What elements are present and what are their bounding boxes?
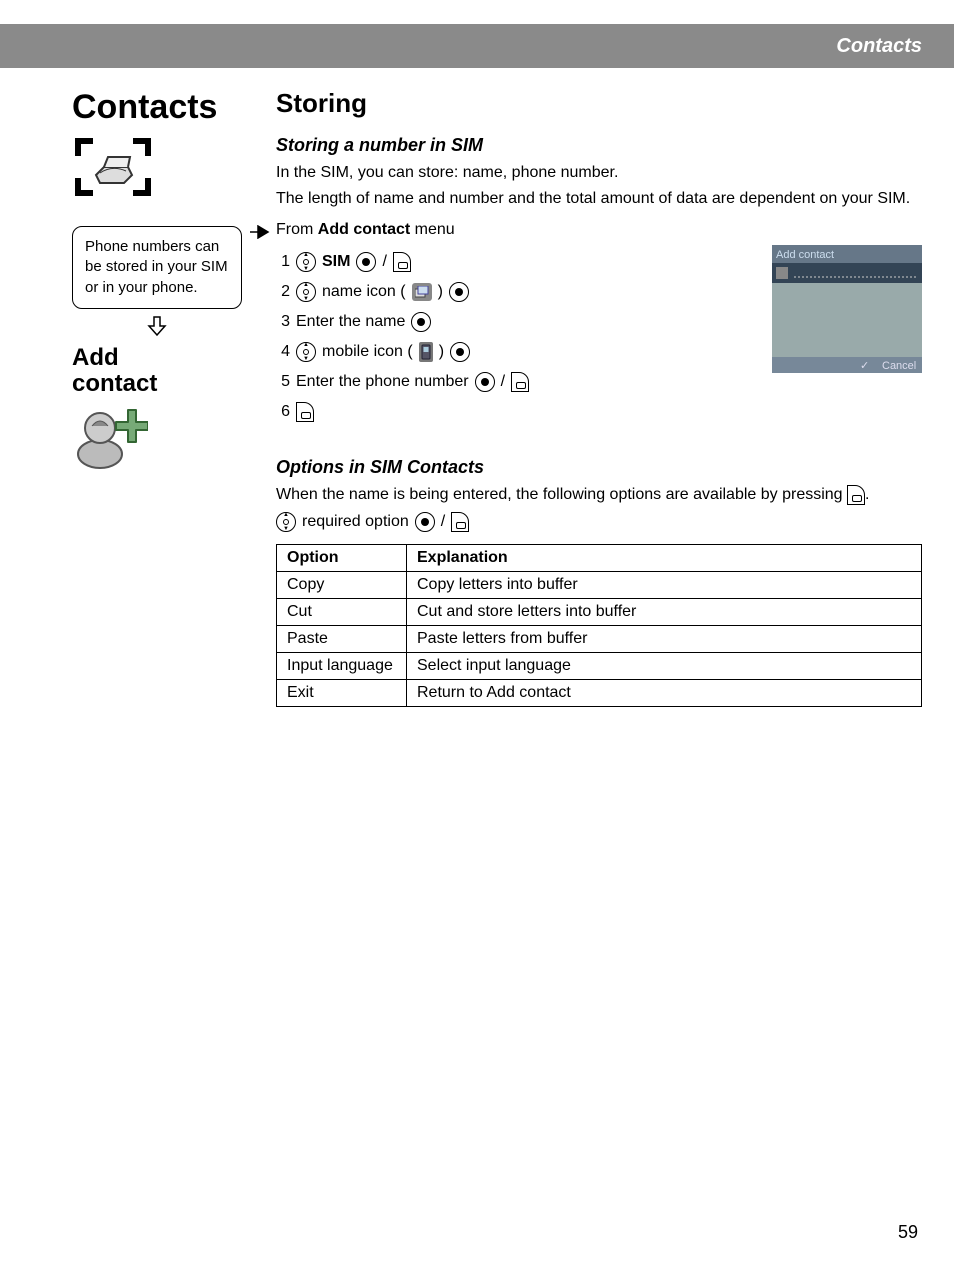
step-number: 3: [276, 313, 290, 331]
note-text: Phone numbers can be stored in your SIM …: [85, 238, 228, 296]
select-icon: [356, 252, 376, 272]
cell-explanation: Select input language: [407, 652, 922, 679]
options-intro-suffix: .: [865, 486, 869, 503]
table-row: Cut Cut and store letters into buffer: [277, 598, 922, 625]
nav-icon: [296, 342, 316, 362]
cell-option: Cut: [277, 598, 407, 625]
add-line2: contact: [72, 371, 242, 397]
header-bar: Contacts: [0, 24, 954, 68]
step-2: 2 name icon ( ): [276, 279, 754, 305]
select-icon: [475, 372, 495, 392]
step-1: 1 SIM /: [276, 249, 754, 275]
options-section: Options in SIM Contacts When the name is…: [276, 457, 922, 707]
from-menu-line: From Add contact menu: [276, 221, 922, 239]
main-column: Storing Storing a number in SIM In the S…: [262, 88, 922, 707]
step3-text: Enter the name: [296, 313, 405, 331]
options-heading: Options in SIM Contacts: [276, 457, 922, 478]
step5-text: Enter the phone number: [296, 373, 469, 391]
page-body: Contacts Phone numbers can be stored in …: [0, 68, 954, 707]
sim-paragraph-2: The length of name and number and the to…: [276, 188, 922, 210]
step2-suffix: ): [438, 283, 443, 301]
from-suffix: menu: [410, 221, 454, 238]
steps-wrap: 1 SIM / 2 name icon ( ): [276, 245, 922, 429]
mobile-icon: [419, 342, 433, 362]
from-prefix: From: [276, 221, 318, 238]
cell-explanation: Cut and store letters into buffer: [407, 598, 922, 625]
softkey-icon: [393, 252, 411, 272]
storing-sim-heading: Storing a number in SIM: [276, 135, 922, 156]
cell-option: Input language: [277, 652, 407, 679]
svg-text:Cancel: Cancel: [882, 360, 916, 372]
step-3: 3 Enter the name: [276, 309, 754, 335]
step-4: 4 mobile icon ( ): [276, 339, 754, 365]
storing-heading: Storing: [276, 88, 922, 119]
softkey-icon: [511, 372, 529, 392]
contacts-icon: [72, 135, 242, 204]
step-number: 2: [276, 283, 290, 301]
nav-icon: [296, 282, 316, 302]
options-intro-prefix: When the name is being entered, the foll…: [276, 486, 847, 503]
slash: /: [501, 373, 505, 391]
screenshot-title: Add contact: [776, 249, 834, 261]
name-card-icon: [412, 283, 432, 301]
add-line1: Add: [72, 345, 242, 371]
cell-option: Copy: [277, 571, 407, 598]
add-contact-icon: [72, 404, 242, 475]
page-number: 59: [898, 1222, 918, 1243]
softkey-icon: [296, 402, 314, 422]
slash: /: [441, 513, 445, 531]
step-6: 6: [276, 399, 754, 425]
step-number: 1: [276, 253, 290, 271]
cell-option: Paste: [277, 625, 407, 652]
table-header-row: Option Explanation: [277, 544, 922, 571]
down-arrow-icon: [72, 315, 242, 343]
nav-icon: [296, 252, 316, 272]
required-text: required option: [302, 513, 409, 531]
svg-text:✓: ✓: [860, 360, 869, 372]
cell-option: Exit: [277, 679, 407, 706]
cell-explanation: Paste letters from buffer: [407, 625, 922, 652]
cell-explanation: Copy letters into buffer: [407, 571, 922, 598]
arrow-right-icon: [250, 225, 270, 244]
step2-prefix: name icon (: [322, 283, 406, 301]
required-option-line: required option /: [276, 512, 922, 532]
select-icon: [449, 282, 469, 302]
select-icon: [411, 312, 431, 332]
nav-icon: [276, 512, 296, 532]
cell-explanation: Return to Add contact: [407, 679, 922, 706]
options-table: Option Explanation Copy Copy letters int…: [276, 544, 922, 707]
step-number: 4: [276, 343, 290, 361]
table-row: Input language Select input language: [277, 652, 922, 679]
table-row: Exit Return to Add contact: [277, 679, 922, 706]
table-row: Paste Paste letters from buffer: [277, 625, 922, 652]
softkey-icon: [847, 485, 865, 505]
note-box: Phone numbers can be stored in your SIM …: [72, 226, 242, 309]
phone-screenshot: Add contact ✓ Cancel: [772, 245, 922, 378]
add-contact-heading: Add contact: [72, 345, 242, 398]
select-icon: [415, 512, 435, 532]
step4-suffix: ): [439, 343, 444, 361]
table-row: Copy Copy letters into buffer: [277, 571, 922, 598]
th-explanation: Explanation: [407, 544, 922, 571]
step1-label: SIM: [322, 253, 350, 271]
select-icon: [450, 342, 470, 362]
options-intro: When the name is being entered, the foll…: [276, 484, 922, 506]
th-option: Option: [277, 544, 407, 571]
sim-paragraph-1: In the SIM, you can store: name, phone n…: [276, 162, 922, 184]
step4-prefix: mobile icon (: [322, 343, 413, 361]
steps-list: 1 SIM / 2 name icon ( ): [276, 245, 754, 429]
contacts-title: Contacts: [72, 88, 242, 127]
slash: /: [382, 253, 386, 271]
step-5: 5 Enter the phone number /: [276, 369, 754, 395]
step-number: 5: [276, 373, 290, 391]
from-bold: Add contact: [318, 221, 410, 238]
step-number: 6: [276, 403, 290, 421]
left-column: Contacts Phone numbers can be stored in …: [72, 88, 262, 707]
header-title: Contacts: [836, 35, 922, 58]
softkey-icon: [451, 512, 469, 532]
